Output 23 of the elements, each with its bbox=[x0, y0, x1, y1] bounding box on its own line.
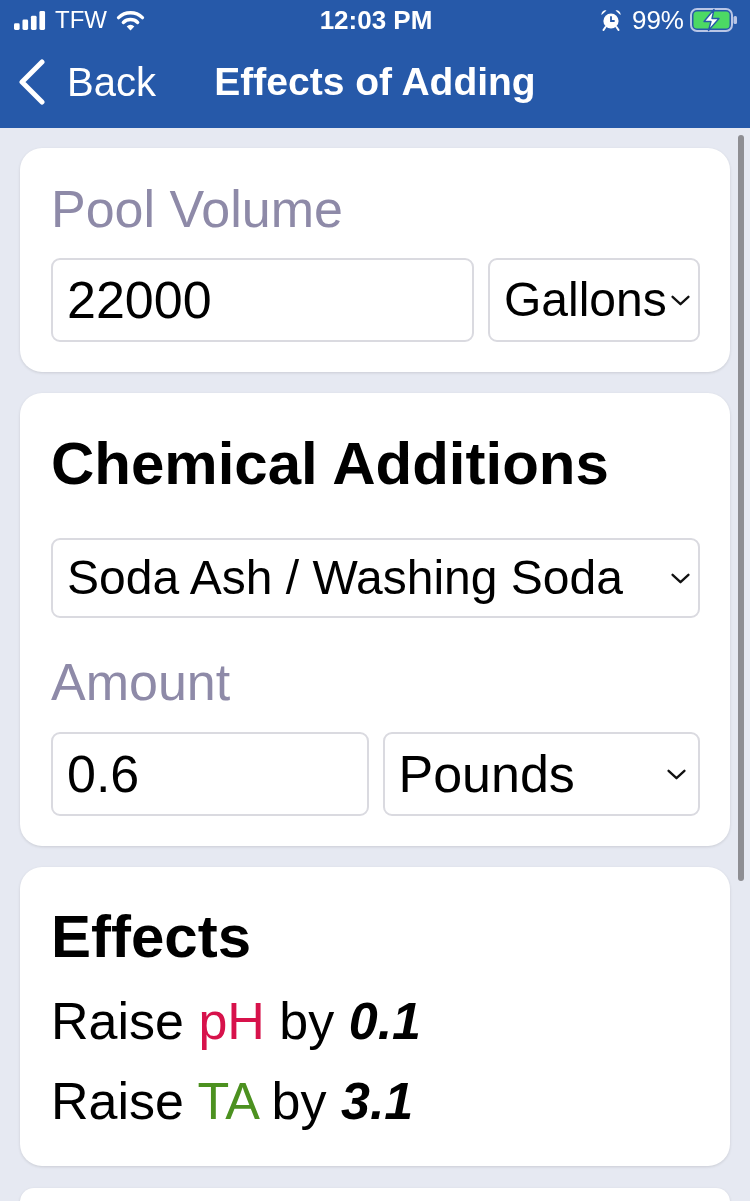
unit-select[interactable]: Gallons bbox=[488, 258, 700, 342]
alarm-icon bbox=[599, 9, 622, 31]
effect-line: Raise pH by 0.1 bbox=[51, 991, 422, 1052]
chevron-down-icon bbox=[671, 572, 690, 584]
back-button[interactable]: Back bbox=[18, 58, 156, 106]
battery-percent: 99% bbox=[631, 5, 684, 35]
wifi-icon bbox=[116, 9, 145, 31]
screen-title: Effects of Adding bbox=[214, 59, 536, 105]
field-label: Pool Volume bbox=[51, 179, 344, 240]
amount-input[interactable]: 0.6 bbox=[51, 732, 369, 816]
field-label: Amount bbox=[51, 652, 232, 713]
chevron-left-icon bbox=[18, 59, 46, 105]
section-heading: Chemical Additions bbox=[51, 429, 610, 499]
chevron-down-icon bbox=[667, 768, 686, 780]
status-time: 12:03 PM bbox=[319, 5, 433, 35]
volume-input[interactable]: 22000 bbox=[51, 258, 474, 342]
unit-select[interactable]: Pounds bbox=[382, 732, 700, 816]
carrier-name: TFW bbox=[55, 6, 107, 34]
section-heading: Effects bbox=[51, 902, 253, 972]
effect-line: Raise TA by 3.1 bbox=[51, 1071, 415, 1132]
chevron-down-icon bbox=[671, 294, 690, 306]
chemical-select[interactable]: Soda Ash / Washing Soda bbox=[51, 538, 700, 618]
signal-icon bbox=[14, 10, 46, 30]
